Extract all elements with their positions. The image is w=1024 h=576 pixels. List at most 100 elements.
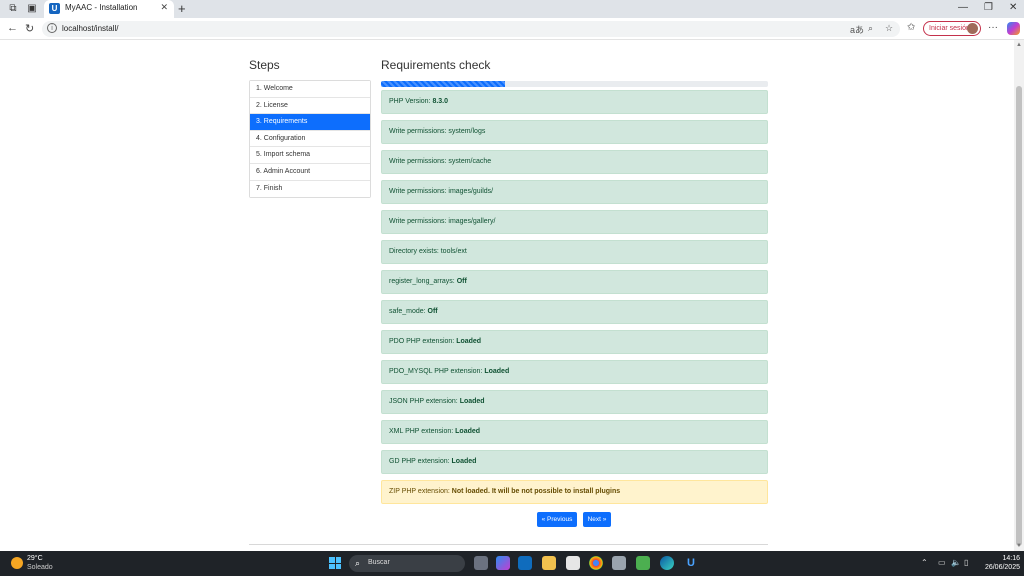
favorites-icon[interactable]: ✩ [907, 22, 915, 33]
requirement-success: Directory exists: tools/ext [381, 240, 768, 264]
scroll-up-icon[interactable]: ▲ [1014, 40, 1024, 50]
step-item[interactable]: 6. Admin Account [250, 163, 370, 181]
next-button[interactable]: Next » [583, 512, 611, 527]
url-text: localhost/install/ [62, 24, 119, 33]
back-icon[interactable]: ← [7, 22, 18, 34]
new-tab-icon[interactable]: + [178, 1, 186, 16]
battery-icon[interactable]: ▯ [964, 558, 968, 567]
requirement-label: Write permissions: images/gallery/ [389, 218, 496, 225]
requirement-label: PHP Version: [389, 98, 433, 105]
page-title: Requirements check [381, 58, 491, 72]
sun-icon[interactable] [11, 557, 23, 569]
weather-condition[interactable]: Soleado [27, 564, 53, 571]
url-input[interactable]: i localhost/install/ aあ ⌕ ☆ [42, 21, 900, 37]
show-hidden-icons-icon[interactable]: ⌃ [921, 558, 928, 567]
myaac-app-icon[interactable]: U [684, 556, 698, 570]
requirement-label: PDO_MYSQL PHP extension: [389, 368, 485, 375]
requirement-success: Write permissions: images/guilds/ [381, 180, 768, 204]
copilot-app-icon[interactable] [496, 556, 510, 570]
refresh-icon[interactable]: ↻ [25, 22, 34, 35]
workspaces-icon[interactable]: ⧉ [7, 3, 19, 15]
scroll-down-icon[interactable]: ▼ [1014, 541, 1024, 551]
requirement-success: Write permissions: system/cache [381, 150, 768, 174]
requirement-warning: ZIP PHP extension: Not loaded. It will b… [381, 480, 768, 504]
requirement-label: XML PHP extension: [389, 428, 456, 435]
steps-list: 1. Welcome 2. License 3. Requirements 4. Co… [249, 80, 371, 199]
progress-fill [381, 81, 505, 87]
requirement-value: Off [427, 308, 438, 315]
requirement-label: JSON PHP extension: [389, 398, 460, 405]
requirement-success: XML PHP extension: Loaded [381, 420, 768, 444]
requirement-success: Write permissions: system/logs [381, 120, 768, 144]
restore-icon[interactable]: ❐ [984, 2, 993, 13]
taskbar-search[interactable]: ⌕ Buscar [349, 555, 465, 572]
requirement-value: Loaded [459, 398, 485, 405]
zoom-icon[interactable]: ⌕ [868, 23, 873, 34]
requirement-success: register_long_arrays: Off [381, 270, 768, 294]
requirement-value: Loaded [455, 428, 481, 435]
tab-actions-icon[interactable]: ▣ [26, 3, 38, 15]
requirement-label: Directory exists: tools/ext [389, 248, 467, 255]
outlook-icon[interactable] [518, 556, 532, 570]
requirement-label: Write permissions: images/guilds/ [389, 188, 494, 195]
scroll-thumb[interactable] [1016, 86, 1022, 546]
site-info-icon[interactable]: i [47, 23, 57, 33]
more-menu-icon[interactable]: ··· [988, 22, 998, 33]
requirement-success: PDO_MYSQL PHP extension: Loaded [381, 360, 768, 384]
requirement-label: Write permissions: system/cache [389, 158, 492, 165]
requirement-success: PHP Version: 8.3.0 [381, 90, 768, 114]
search-placeholder: Buscar [368, 559, 390, 566]
editor-icon[interactable] [636, 556, 650, 570]
requirement-value: Off [456, 278, 467, 285]
app-icon[interactable] [612, 556, 626, 570]
chrome-icon[interactable] [589, 556, 603, 570]
step-item[interactable]: 1. Welcome [250, 81, 370, 98]
step-item[interactable]: 7. Finish [250, 180, 370, 198]
task-view-icon[interactable] [474, 556, 488, 570]
steps-title: Steps [249, 58, 280, 72]
copilot-icon[interactable] [1007, 22, 1020, 35]
requirements-list: PHP Version: 8.3.0 Write permissions: sys… [381, 90, 768, 510]
favorite-star-icon[interactable]: ☆ [885, 23, 893, 34]
tab-title: MyAAC - Installation [65, 3, 138, 12]
avatar [967, 23, 978, 34]
browser-tab-bar: ⧉ ▣ U MyAAC - Installation ✕ + — ❐ ✕ [0, 0, 1024, 18]
step-item[interactable]: 5. Import schema [250, 147, 370, 164]
step-item[interactable]: 2. License [250, 97, 370, 115]
start-windows-icon[interactable] [329, 557, 341, 569]
display-icon[interactable]: ▭ [938, 558, 946, 567]
edge-icon[interactable] [660, 556, 674, 570]
address-bar-row: ← ↻ i localhost/install/ aあ ⌕ ☆ ✩ Inicia… [0, 18, 1024, 40]
signin-label: Iniciar sesión [929, 25, 970, 32]
browser-tab[interactable]: U MyAAC - Installation ✕ [44, 0, 174, 18]
clock-time[interactable]: 14:16 [996, 555, 1020, 562]
requirement-success: GD PHP extension: Loaded [381, 450, 768, 474]
requirement-label: register_long_arrays: [389, 278, 457, 285]
page-scrollbar[interactable]: ▲ ▼ [1014, 40, 1024, 551]
file-explorer-icon[interactable] [542, 556, 556, 570]
notepad-icon[interactable] [566, 556, 580, 570]
clock-date[interactable]: 26/06/2025 [978, 564, 1020, 571]
minimize-icon[interactable]: — [958, 2, 968, 13]
step-item[interactable]: 4. Configuration [250, 130, 370, 148]
signin-button[interactable]: Iniciar sesión [923, 21, 981, 36]
requirement-success: JSON PHP extension: Loaded [381, 390, 768, 414]
requirement-value: Loaded [484, 368, 510, 375]
volume-icon[interactable]: 🔈 [951, 558, 961, 567]
previous-button[interactable]: « Previous [537, 512, 577, 527]
requirement-value: Loaded [456, 338, 482, 345]
requirement-label: GD PHP extension: [389, 458, 452, 465]
weather-temperature[interactable]: 29°C [27, 555, 43, 562]
requirement-value: 8.3.0 [432, 98, 449, 105]
requirement-label: safe_mode: [389, 308, 428, 315]
step-item[interactable]: 3. Requirements [250, 114, 370, 131]
close-window-icon[interactable]: ✕ [1009, 2, 1017, 13]
requirement-label: ZIP PHP extension: [389, 488, 452, 495]
search-icon: ⌕ [355, 558, 361, 568]
footer-divider [249, 544, 768, 545]
install-progress-bar [381, 81, 768, 87]
close-tab-icon[interactable]: ✕ [160, 2, 168, 13]
requirement-success: Write permissions: images/gallery/ [381, 210, 768, 234]
read-aloud-icon[interactable]: aあ [850, 23, 864, 36]
favicon-icon: U [49, 3, 60, 14]
